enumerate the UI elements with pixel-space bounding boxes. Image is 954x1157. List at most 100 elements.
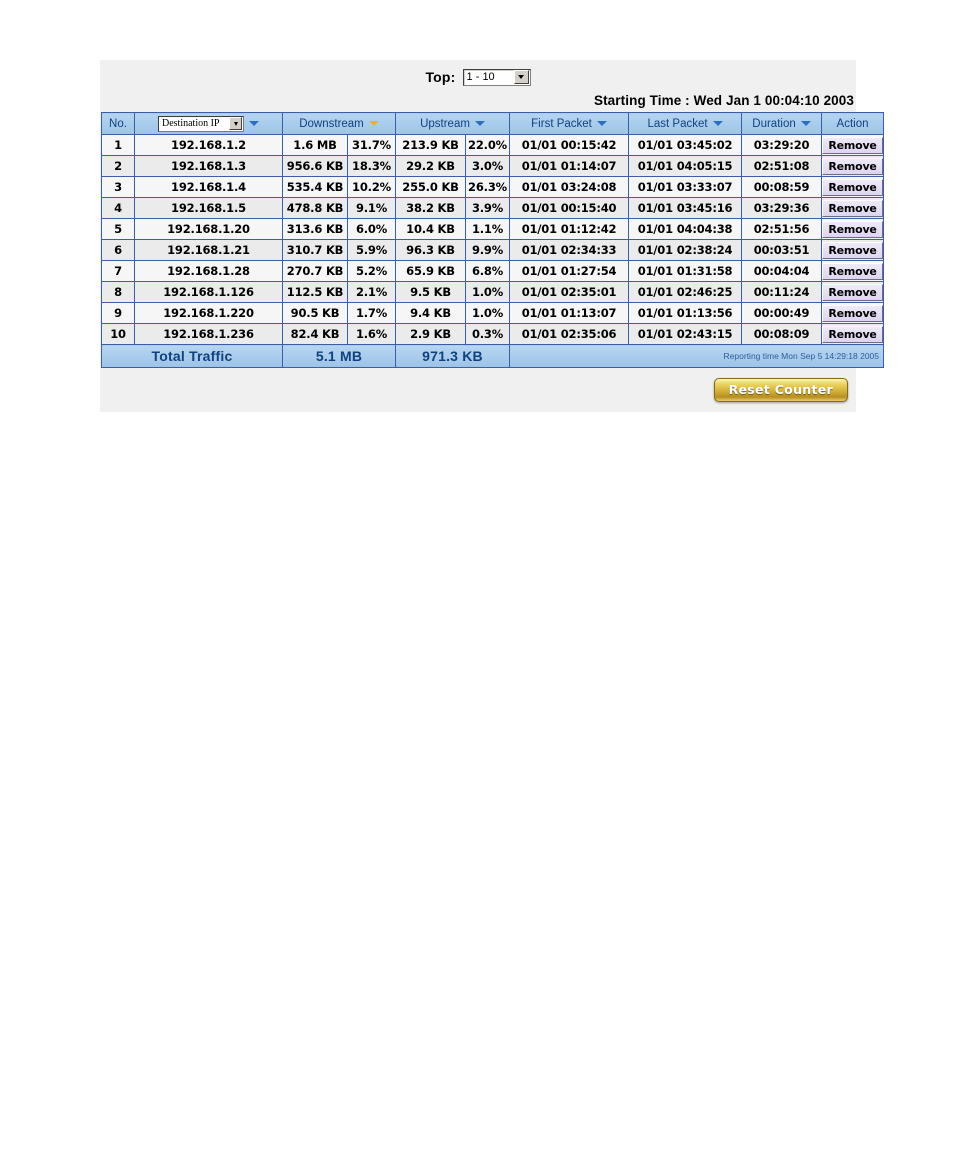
total-traffic-label: Total Traffic	[101, 344, 283, 368]
table-row: 4 192.168.1.5 478.8 KB 9.1% 38.2 KB 3.9% 01/01…	[101, 197, 885, 219]
sort-arrow-active-icon[interactable]	[368, 121, 379, 126]
table-row: 5 192.168.1.20 313.6 KB 6.0% 10.4 KB 1.1% 01/0…	[101, 218, 885, 240]
cell-downstream: 310.7 KB	[282, 239, 348, 261]
remove-button[interactable]: Remove	[822, 220, 883, 238]
sort-arrow-icon[interactable]	[712, 121, 723, 126]
cell-ip: 192.168.1.3	[134, 155, 283, 177]
column-header-upstream[interactable]: Upstream	[394, 112, 511, 135]
chevron-down-icon[interactable]	[229, 117, 242, 130]
cell-upstream-percent: 3.9%	[464, 197, 511, 219]
column-header-downstream[interactable]: Downstream	[282, 112, 396, 135]
cell-last-packet: 01/01 03:45:16	[628, 197, 743, 219]
cell-action: Remove	[821, 281, 885, 303]
cell-downstream-percent: 10.2%	[347, 176, 396, 198]
cell-first-packet: 01/01 01:13:07	[509, 302, 630, 324]
cell-duration: 02:51:56	[741, 218, 823, 240]
table-row: 6 192.168.1.21 310.7 KB 5.9% 96.3 KB 9.9% 01/0…	[101, 239, 885, 261]
cell-duration: 02:51:08	[741, 155, 823, 177]
cell-first-packet: 01/01 02:34:33	[509, 239, 630, 261]
cell-upstream-percent: 3.0%	[464, 155, 511, 177]
table-row: 3 192.168.1.4 535.4 KB 10.2% 255.0 KB 26.3% 01…	[101, 176, 885, 198]
cell-upstream: 2.9 KB	[395, 323, 466, 345]
column-header-last-packet-label: Last Packet	[647, 117, 708, 130]
starting-time-label: Starting Time : Wed Jan 1 00:04:10 2003	[593, 93, 854, 108]
cell-upstream-percent: 6.8%	[464, 260, 511, 282]
column-header-duration-label: Duration	[752, 117, 796, 130]
cell-no: 10	[101, 323, 135, 345]
sort-arrow-icon[interactable]	[249, 121, 259, 126]
cell-downstream: 90.5 KB	[282, 302, 348, 324]
cell-ip: 192.168.1.236	[134, 323, 283, 345]
cell-downstream: 112.5 KB	[282, 281, 348, 303]
cell-ip: 192.168.1.4	[134, 176, 283, 198]
cell-upstream: 9.5 KB	[395, 281, 466, 303]
cell-ip: 192.168.1.2	[134, 134, 283, 156]
cell-ip: 192.168.1.21	[134, 239, 283, 261]
cell-ip: 192.168.1.28	[134, 260, 283, 282]
chevron-down-icon[interactable]	[513, 70, 529, 84]
remove-button[interactable]: Remove	[822, 262, 883, 280]
cell-ip: 192.168.1.220	[134, 302, 283, 324]
cell-first-packet: 01/01 00:15:42	[509, 134, 630, 156]
cell-duration: 00:03:51	[741, 239, 823, 261]
cell-no: 4	[101, 197, 135, 219]
top-selector-label: Top:	[425, 69, 456, 85]
remove-button[interactable]: Remove	[822, 304, 883, 322]
cell-upstream-percent: 26.3%	[464, 176, 511, 198]
address-type-select-value: Destination IP	[162, 118, 220, 129]
cell-downstream: 82.4 KB	[282, 323, 348, 345]
cell-ip: 192.168.1.126	[134, 281, 283, 303]
sort-arrow-icon[interactable]	[800, 121, 811, 126]
cell-upstream-percent: 9.9%	[464, 239, 511, 261]
cell-duration: 03:29:36	[741, 197, 823, 219]
cell-downstream: 956.6 KB	[282, 155, 348, 177]
cell-downstream-percent: 18.3%	[347, 155, 396, 177]
cell-upstream: 213.9 KB	[395, 134, 466, 156]
cell-downstream-percent: 31.7%	[347, 134, 396, 156]
column-header-first-packet[interactable]: First Packet	[509, 112, 630, 135]
cell-downstream: 478.8 KB	[282, 197, 348, 219]
cell-downstream: 313.6 KB	[282, 218, 348, 240]
cell-last-packet: 01/01 03:45:02	[628, 134, 743, 156]
sort-arrow-icon[interactable]	[474, 121, 485, 126]
table-row: 8 192.168.1.126 112.5 KB 2.1% 9.5 KB 1.0% 01/0…	[101, 281, 885, 303]
cell-no: 6	[101, 239, 135, 261]
cell-duration: 03:29:20	[741, 134, 823, 156]
table-header-row: No. Destination IP Downstream Upstream F…	[101, 112, 885, 135]
cell-no: 5	[101, 218, 135, 240]
remove-button[interactable]: Remove	[822, 136, 883, 154]
cell-no: 8	[101, 281, 135, 303]
remove-button[interactable]: Remove	[822, 283, 883, 301]
remove-button[interactable]: Remove	[822, 241, 883, 259]
cell-action: Remove	[821, 155, 885, 177]
top-range-select-value: 1 - 10	[466, 71, 495, 83]
reporting-time-label: Reporting time Mon Sep 5 14:29:18 2005	[509, 344, 885, 368]
cell-first-packet: 01/01 02:35:06	[509, 323, 630, 345]
remove-button[interactable]: Remove	[822, 325, 883, 343]
traffic-statistics-panel: Top: 1 - 10 Starting Time : Wed Jan 1 00…	[100, 60, 885, 412]
remove-button[interactable]: Remove	[822, 178, 883, 196]
column-header-action: Action	[821, 112, 885, 135]
cell-first-packet: 01/01 01:12:42	[509, 218, 630, 240]
column-header-last-packet[interactable]: Last Packet	[628, 112, 743, 135]
sort-arrow-icon[interactable]	[596, 121, 607, 126]
column-header-duration[interactable]: Duration	[741, 112, 823, 135]
cell-last-packet: 01/01 03:33:07	[628, 176, 743, 198]
cell-no: 1	[101, 134, 135, 156]
cell-upstream: 10.4 KB	[395, 218, 466, 240]
panel-footer: Reset Counter	[100, 368, 856, 412]
cell-upstream-percent: 1.0%	[464, 281, 511, 303]
cell-action: Remove	[821, 176, 885, 198]
column-header-address[interactable]: Destination IP	[134, 112, 283, 135]
cell-upstream-percent: 1.1%	[464, 218, 511, 240]
remove-button[interactable]: Remove	[822, 199, 883, 217]
top-range-select[interactable]: 1 - 10	[462, 68, 531, 86]
total-upstream-value: 971.3 KB	[394, 344, 511, 368]
address-type-select[interactable]: Destination IP	[158, 115, 244, 132]
traffic-table: No. Destination IP Downstream Upstream F…	[101, 112, 885, 368]
reset-counter-button[interactable]: Reset Counter	[713, 378, 848, 402]
remove-button[interactable]: Remove	[822, 157, 883, 175]
column-header-first-packet-label: First Packet	[531, 117, 592, 130]
table-row: 10 192.168.1.236 82.4 KB 1.6% 2.9 KB 0.3% 01/0…	[101, 323, 885, 345]
cell-downstream: 1.6 MB	[282, 134, 348, 156]
